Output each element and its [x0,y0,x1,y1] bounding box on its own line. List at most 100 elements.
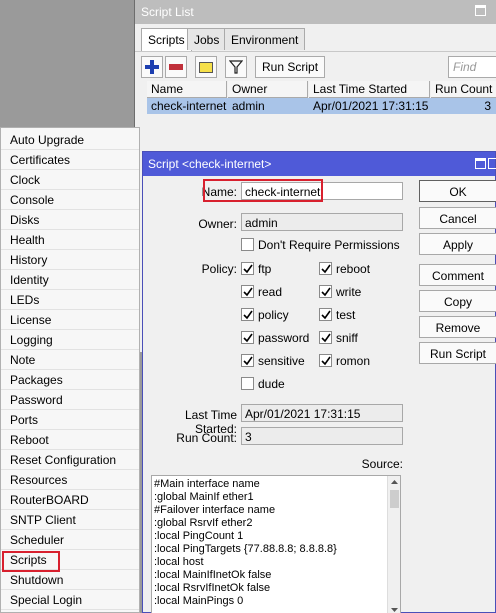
check-icon [321,333,331,343]
column-header-name[interactable]: Name [147,81,227,98]
tab-scripts[interactable]: Scripts [141,28,192,51]
menu-item-sntp-client[interactable]: SNTP Client [1,510,139,530]
filter-icon [229,60,243,74]
menu-item-certificates[interactable]: Certificates [1,150,139,170]
policy-label: Policy: [201,262,237,276]
dont-require-permissions-checkbox[interactable] [241,238,254,251]
policy-read-checkbox[interactable] [241,285,254,298]
table-cell-owner[interactable]: admin [228,98,309,114]
check-icon [243,264,253,274]
menu-item-packages[interactable]: Packages [1,370,139,390]
menu-item-routerboard[interactable]: RouterBOARD [1,490,139,510]
table-cell-name[interactable]: check-internet [147,98,228,114]
menu-item-disks[interactable]: Disks [1,210,139,230]
scrollbar-icon [390,480,399,612]
tab-jobs[interactable]: Jobs [187,28,227,50]
source-line: :local host [154,556,204,568]
menu-item-ports[interactable]: Ports [1,410,139,430]
policy-ftp-checkbox[interactable] [241,262,254,275]
filter-button[interactable] [225,56,247,78]
policy-test-checkbox[interactable] [319,308,332,321]
menu-item-clock[interactable]: Clock [1,170,139,190]
check-icon [243,333,253,343]
menu-item-scheduler[interactable]: Scheduler [1,530,139,550]
tab-environment[interactable]: Environment [224,28,306,50]
add-button[interactable] [141,56,163,78]
source-line: :local RsrvIfInetOk false [154,582,271,594]
menu-item-leds[interactable]: LEDs [1,290,139,310]
policy-password-checkbox[interactable] [241,331,254,344]
policy-policy-label: policy [258,308,289,322]
note-icon [199,62,213,73]
script-dialog-title: Script <check-internet> [148,157,272,171]
policy-write-label: write [336,285,362,299]
close-icon[interactable] [488,158,496,169]
menu-item-auto-upgrade[interactable]: Auto Upgrade [1,130,139,150]
remove-button[interactable]: Remove [419,316,496,338]
column-header-run-count[interactable]: Run Count [431,81,496,98]
script-dialog-titlebar[interactable]: Script <check-internet> [143,152,496,176]
source-scrollbar[interactable] [387,476,400,613]
ok-button[interactable]: OK [419,180,496,202]
column-header-last-started[interactable]: Last Time Started [309,81,430,98]
check-icon [243,310,253,320]
last-started-field[interactable]: Apr/01/2021 17:31:15 [241,404,403,422]
menu-item-console[interactable]: Console [1,190,139,210]
menu-item-identity[interactable]: Identity [1,270,139,290]
policy-test-label: test [336,308,356,322]
source-label: Source: [361,457,403,471]
policy-write-checkbox[interactable] [319,285,332,298]
menu-item-password[interactable]: Password [1,390,139,410]
policy-romon-checkbox[interactable] [319,354,332,367]
menu-item-special-login[interactable]: Special Login [1,590,139,610]
menu-item-health[interactable]: Health [1,230,139,250]
source-line: :local PingTargets {77.88.8.8; 8.8.8.8} [154,543,337,555]
menu-item-logging[interactable]: Logging [1,330,139,350]
menu-item-note[interactable]: Note [1,350,139,370]
apply-button[interactable]: Apply [419,233,496,255]
remove-button[interactable] [165,56,187,78]
cancel-button[interactable]: Cancel [419,207,496,229]
check-icon [243,287,253,297]
system-submenu: Auto Upgrade Certificates Clock Console … [0,127,140,613]
table-cell-last-started[interactable]: Apr/01/2021 17:31:15 [309,98,431,114]
source-line: :global MainIf ether1 [154,491,254,503]
owner-label: Owner: [198,217,237,231]
scripts-highlight-box [2,551,60,572]
name-highlight-box [203,179,323,202]
policy-sniff-checkbox[interactable] [319,331,332,344]
script-list-toolbar: Run Script Find [135,51,496,81]
policy-sensitive-checkbox[interactable] [241,354,254,367]
source-line: #Main interface name [154,478,260,490]
comment-button[interactable] [195,56,217,78]
policy-reboot-label: reboot [336,262,371,276]
menu-item-reboot[interactable]: Reboot [1,430,139,450]
policy-sensitive-label: sensitive [258,354,305,368]
policy-dude-checkbox[interactable] [241,377,254,390]
policy-policy-checkbox[interactable] [241,308,254,321]
menu-item-history[interactable]: History [1,250,139,270]
maximize-icon[interactable] [475,158,486,169]
run-count-field[interactable]: 3 [241,427,403,445]
comment-button[interactable]: Comment [419,264,496,286]
menu-item-license[interactable]: License [1,310,139,330]
script-list-titlebar[interactable]: Script List [135,0,496,24]
source-line: :local MainPings 0 [154,595,244,607]
column-header-owner[interactable]: Owner [228,81,308,98]
owner-field[interactable]: admin [241,213,403,231]
run-script-toolbar-button[interactable]: Run Script [255,56,326,78]
menu-item-resources[interactable]: Resources [1,470,139,490]
copy-button[interactable]: Copy [419,290,496,312]
source-editor[interactable]: #Main interface name :global MainIf ethe… [151,475,401,613]
menu-item-reset-configuration[interactable]: Reset Configuration [1,450,139,470]
maximize-icon[interactable] [475,5,486,16]
script-dialog: Script <check-internet> Name: check-inte… [142,151,496,613]
policy-dude-label: dude [258,377,285,391]
run-script-button[interactable]: Run Script [419,342,496,364]
find-input[interactable]: Find [448,56,496,78]
menu-item-shutdown[interactable]: Shutdown [1,570,139,590]
table-cell-run-count[interactable]: 3 [431,98,496,114]
check-icon [321,356,331,366]
policy-reboot-checkbox[interactable] [319,262,332,275]
run-count-label: Run Count: [176,431,237,445]
